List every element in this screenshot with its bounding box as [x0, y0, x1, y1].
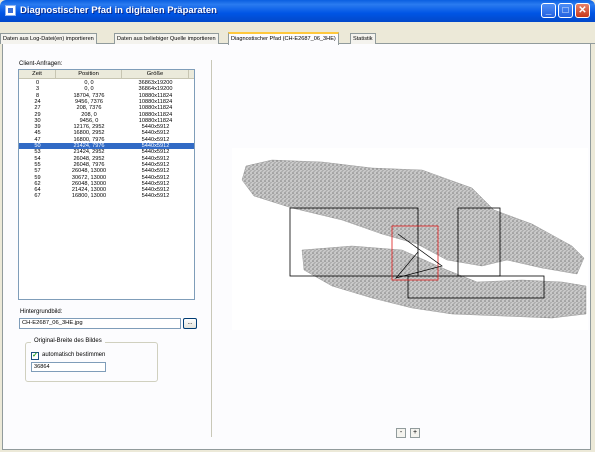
auto-determine-label[interactable]: automatisch bestimmen	[42, 352, 105, 358]
background-image-label: Hintergrundbild:	[20, 309, 63, 315]
previous-step-button[interactable]: -	[396, 428, 406, 438]
list-header: Zeit Position Größe	[19, 70, 194, 79]
original-width-group-title: Original-Breite des Bildes	[31, 338, 105, 344]
tab-diagnostic-path[interactable]: Diagnostischer Pfad (CH-E2687_06_3HE)	[228, 32, 339, 45]
app-icon	[5, 5, 16, 16]
column-header-position[interactable]: Position	[56, 70, 122, 79]
slide-image	[241, 159, 587, 319]
client-requests-label: Client-Anfragen:	[19, 61, 63, 67]
original-width-field[interactable]: 36864	[31, 362, 106, 372]
title-bar: Diagnostischer Pfad in digitalen Präpara…	[0, 0, 595, 22]
tab-statistics[interactable]: Statistik	[350, 33, 376, 44]
table-cell-groesse: 5440x5912	[141, 193, 170, 200]
auto-determine-checkbox[interactable]: ✓	[31, 352, 39, 360]
background-image-field[interactable]: CH-E2687_06_3HE.jpg	[19, 318, 181, 329]
maximize-button[interactable]: □	[558, 3, 573, 18]
close-button[interactable]: ✕	[575, 3, 590, 18]
tab-strip: Daten aus Log-Datei(en) importieren Date…	[0, 32, 595, 45]
column-header-groesse[interactable]: Größe	[122, 70, 189, 79]
next-step-button[interactable]: +	[410, 428, 420, 438]
table-row[interactable]: 67 16800, 13000 5440x5912	[19, 193, 194, 199]
minimize-button[interactable]: _	[541, 3, 556, 18]
table-cell-position: 16800, 13000	[71, 193, 107, 200]
window-title: Diagnostischer Pfad in digitalen Präpara…	[20, 5, 217, 16]
slide-image-view[interactable]	[232, 148, 588, 330]
tab-log-import[interactable]: Daten aus Log-Datei(en) importieren	[0, 33, 97, 44]
tab-source-import[interactable]: Daten aus beliebiger Quelle importieren	[114, 33, 219, 44]
client-requests-list[interactable]: Zeit Position Größe 0 0, 0 36863x19200 3 0, …	[18, 69, 195, 300]
browse-button[interactable]: ...	[183, 318, 197, 329]
table-cell-zeit: 67	[34, 193, 41, 200]
column-header-zeit[interactable]: Zeit	[19, 70, 56, 79]
panel-divider[interactable]	[211, 60, 212, 437]
